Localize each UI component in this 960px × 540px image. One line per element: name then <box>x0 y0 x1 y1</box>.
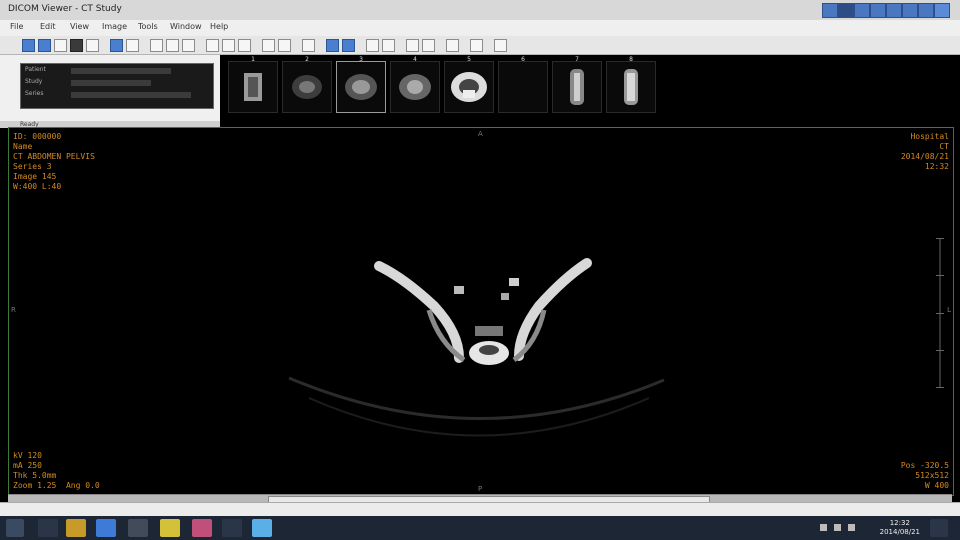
thumbnail-label: 3 <box>359 56 363 63</box>
roi-icon[interactable] <box>238 39 251 52</box>
window-title: DICOM Viewer - CT Study <box>8 4 122 14</box>
toolbar-icon[interactable] <box>886 3 902 18</box>
info-row <box>71 80 151 86</box>
series-thumbnail[interactable]: 5 <box>444 56 494 113</box>
start-button[interactable] <box>6 519 24 537</box>
menu-item-help[interactable]: Help <box>210 22 228 31</box>
thumbnail-label: 8 <box>629 56 633 63</box>
open-icon[interactable] <box>22 39 35 52</box>
notification-icon[interactable] <box>930 519 948 537</box>
menu-item-tools[interactable]: Tools <box>138 22 158 31</box>
minimize-button[interactable] <box>902 3 918 18</box>
browser-icon[interactable] <box>96 519 116 537</box>
clock-date: 2014/08/21 <box>879 528 920 536</box>
menu-item-file[interactable]: File <box>10 22 23 31</box>
study-info-table: Patient Study Series <box>20 63 214 109</box>
clock[interactable]: 12:32 2014/08/21 <box>880 519 920 537</box>
scout-image <box>244 73 262 101</box>
menu-bar: File Edit View Image Tools Window Help <box>0 20 960 37</box>
study-label: Study <box>25 78 43 85</box>
clock-time: 12:32 <box>889 519 910 527</box>
series-strip: 1 2 3 4 5 6 7 8 <box>226 55 960 119</box>
toolbar-icon[interactable] <box>822 3 838 18</box>
thumbnail-label: 5 <box>467 56 471 63</box>
rotate-icon[interactable] <box>166 39 179 52</box>
series-label: Series <box>25 90 44 97</box>
reset-icon[interactable] <box>278 39 291 52</box>
menu-item-window[interactable]: Window <box>170 22 202 31</box>
coronal-image <box>570 69 584 105</box>
series-thumbnail[interactable]: 1 <box>228 56 278 113</box>
menu-item-view[interactable]: View <box>70 22 89 31</box>
axial-image <box>345 74 377 100</box>
status-bar <box>0 502 960 517</box>
cine-icon[interactable] <box>302 39 315 52</box>
measure-icon[interactable] <box>206 39 219 52</box>
menu-item-edit[interactable]: Edit <box>40 22 56 31</box>
app-icon[interactable] <box>192 519 212 537</box>
grid-icon[interactable] <box>86 39 99 52</box>
3d-icon[interactable] <box>342 39 355 52</box>
toolbar <box>0 36 960 55</box>
search-icon[interactable] <box>38 519 58 537</box>
toolbar-icon[interactable] <box>870 3 886 18</box>
thumbnail-label: 6 <box>521 56 525 63</box>
sync-icon[interactable] <box>382 39 395 52</box>
info-row <box>71 68 171 74</box>
compare-icon[interactable] <box>422 39 435 52</box>
info-icon[interactable] <box>470 39 483 52</box>
study-info-panel: Patient Study Series <box>0 55 220 121</box>
thumbnail-label: 2 <box>305 56 309 63</box>
axial-image <box>292 75 322 99</box>
angle-icon[interactable] <box>222 39 235 52</box>
volume-icon[interactable] <box>834 524 841 531</box>
series-thumbnail[interactable]: 4 <box>390 56 440 113</box>
annotate-icon[interactable] <box>262 39 275 52</box>
help-icon[interactable] <box>494 39 507 52</box>
app-icon[interactable] <box>128 519 148 537</box>
toolbar-icon[interactable] <box>854 3 870 18</box>
axial-image <box>399 74 431 100</box>
print-icon[interactable] <box>54 39 67 52</box>
series-thumbnail[interactable]: 7 <box>552 56 602 113</box>
language-icon[interactable] <box>848 524 855 531</box>
thumbnail-label: 4 <box>413 56 417 63</box>
series-thumbnail[interactable]: 6 <box>498 56 548 113</box>
thumbnail-label: 7 <box>575 56 579 63</box>
app-icon[interactable] <box>160 519 180 537</box>
info-row <box>71 92 191 98</box>
layout-icon[interactable] <box>70 39 83 52</box>
axial-image <box>451 72 487 102</box>
window-level-icon[interactable] <box>150 39 163 52</box>
app-icon[interactable] <box>222 519 242 537</box>
flip-icon[interactable] <box>182 39 195 52</box>
top-panel: Patient Study Series 1 2 3 4 5 6 7 8 <box>0 55 960 121</box>
series-thumbnail[interactable]: 2 <box>282 56 332 113</box>
series-thumbnail[interactable]: 8 <box>606 56 656 113</box>
maximize-button[interactable] <box>918 3 934 18</box>
network-icon[interactable] <box>820 524 827 531</box>
pan-icon[interactable] <box>126 39 139 52</box>
settings-icon[interactable] <box>446 39 459 52</box>
sagittal-image <box>624 69 638 105</box>
patient-label: Patient <box>25 66 46 73</box>
zoom-icon[interactable] <box>110 39 123 52</box>
dicom-viewer-taskbar-icon[interactable] <box>252 519 272 537</box>
thumbnail-label: 1 <box>251 56 255 63</box>
mpr-icon[interactable] <box>326 39 339 52</box>
title-bar: DICOM Viewer - CT Study <box>0 0 960 21</box>
toolbar-icon[interactable] <box>838 3 854 18</box>
save-icon[interactable] <box>38 39 51 52</box>
file-explorer-icon[interactable] <box>66 519 86 537</box>
close-button[interactable] <box>934 3 950 18</box>
menu-item-image[interactable]: Image <box>102 22 127 31</box>
ct-axial-slice <box>288 258 665 437</box>
image-viewport[interactable]: ID: 000000 Name CT ABDOMEN PELVIS Series… <box>8 127 954 496</box>
export-icon[interactable] <box>406 39 419 52</box>
series-thumbnail-selected[interactable]: 3 <box>336 56 386 113</box>
taskbar: 12:32 2014/08/21 <box>0 516 960 540</box>
invert-icon[interactable] <box>366 39 379 52</box>
